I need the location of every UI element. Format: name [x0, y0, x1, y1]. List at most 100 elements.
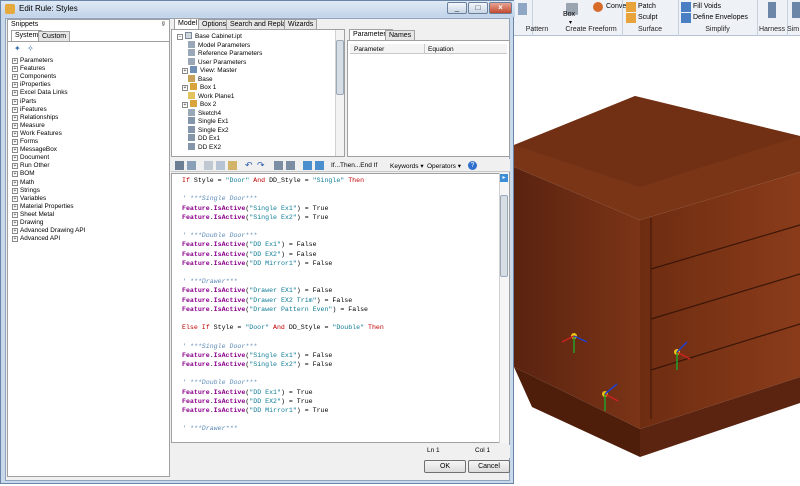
pin-icon[interactable]: ᵍ: [162, 21, 165, 28]
snippet-category[interactable]: + Variables: [12, 195, 46, 203]
box-button[interactable]: Box: [563, 11, 575, 18]
tab-names[interactable]: Names: [385, 30, 416, 40]
model-tree-item[interactable]: DD Ex1: [188, 134, 220, 142]
sculpt-button[interactable]: Sculpt: [638, 14, 657, 21]
indent-icon[interactable]: [274, 161, 283, 170]
ok-button[interactable]: OK: [424, 460, 466, 473]
patch-button[interactable]: Patch: [638, 3, 656, 10]
minimize-button[interactable]: _: [447, 2, 467, 14]
expand-icon[interactable]: +: [12, 106, 18, 113]
save-icon[interactable]: [175, 161, 184, 170]
rule-code-editor[interactable]: If Style = "Door" And DD_Style = "Single…: [171, 173, 510, 443]
expand-icon[interactable]: +: [12, 90, 18, 97]
expand-icon[interactable]: +: [12, 114, 18, 121]
expand-icon[interactable]: +: [12, 74, 18, 81]
scrollbar-thumb[interactable]: [500, 195, 508, 277]
model-tree-item[interactable]: Work Plane1: [188, 91, 234, 100]
expand-icon[interactable]: +: [12, 130, 18, 137]
snippet-category[interactable]: + Material Properties: [12, 203, 74, 211]
if-then-button[interactable]: If...Then...End If: [331, 162, 377, 169]
expand-icon[interactable]: +: [12, 179, 18, 186]
maximize-button[interactable]: □: [468, 2, 488, 14]
close-button[interactable]: ×: [489, 2, 512, 14]
tab-custom[interactable]: Custom: [38, 31, 71, 41]
expand-icon[interactable]: +: [12, 147, 18, 154]
expand-icon[interactable]: +: [12, 228, 18, 235]
graphics-viewport[interactable]: [514, 37, 800, 484]
fill-voids-button[interactable]: Fill Voids: [693, 3, 721, 10]
snippet-category[interactable]: + Measure: [12, 122, 45, 130]
model-tree-item[interactable]: User Parameters: [188, 57, 246, 66]
uncomment-icon[interactable]: [315, 161, 324, 170]
add-snippet-icon[interactable]: ✦: [14, 44, 23, 53]
help-icon[interactable]: ?: [468, 161, 477, 170]
paste-icon[interactable]: [228, 161, 237, 170]
comment-icon[interactable]: [303, 161, 312, 170]
snippet-category[interactable]: + Components: [12, 73, 56, 81]
model-tree-item[interactable]: Single Ex1: [188, 117, 229, 125]
expand-icon[interactable]: +: [12, 82, 18, 89]
snippet-category[interactable]: + Strings: [12, 187, 40, 195]
cancel-button[interactable]: Cancel: [468, 460, 510, 473]
snippet-category[interactable]: + Work Features: [12, 130, 62, 138]
snippet-category[interactable]: + Drawing: [12, 219, 43, 227]
snippet-category[interactable]: + Advanced Drawing API: [12, 227, 85, 235]
snippet-category[interactable]: + Advanced API: [12, 235, 60, 243]
model-tree-item[interactable]: DD EX2: [188, 142, 221, 151]
expand-icon[interactable]: +: [12, 122, 18, 129]
tab-wizards[interactable]: Wizards: [284, 19, 318, 29]
expand-icon[interactable]: +: [182, 85, 188, 91]
param-col-header[interactable]: Parameter: [354, 46, 384, 53]
expand-icon[interactable]: +: [12, 155, 18, 162]
model-tree-item[interactable]: + View: Master: [182, 66, 237, 74]
snippet-category[interactable]: + Relationships: [12, 114, 58, 122]
expand-icon[interactable]: ▸: [500, 174, 508, 182]
expand-icon[interactable]: +: [12, 203, 18, 210]
undo-icon[interactable]: ↶: [245, 161, 254, 170]
snippet-category[interactable]: + Forms: [12, 138, 38, 146]
model-tree-item[interactable]: + Box 1: [182, 83, 216, 91]
snippet-category[interactable]: + Document: [12, 154, 49, 162]
outdent-icon[interactable]: [286, 161, 295, 170]
model-tree-item[interactable]: + Box 2: [182, 100, 216, 108]
expand-icon[interactable]: +: [12, 211, 18, 218]
edit-snippet-icon[interactable]: ✧: [27, 44, 36, 53]
snippet-category[interactable]: + Run Other: [12, 162, 49, 170]
expand-icon[interactable]: +: [12, 171, 18, 178]
snippet-category[interactable]: + MessageBox: [12, 146, 57, 154]
define-envelopes-button[interactable]: Define Envelopes: [693, 14, 748, 21]
copy-icon[interactable]: [216, 161, 225, 170]
collapse-icon[interactable]: −: [177, 34, 183, 40]
cut-icon[interactable]: [204, 161, 213, 170]
model-tree-item[interactable]: Sketch4: [188, 108, 221, 117]
snippet-category[interactable]: + iParts: [12, 98, 36, 106]
expand-icon[interactable]: +: [12, 220, 18, 226]
model-tree-item[interactable]: Single Ex2: [188, 125, 229, 134]
model-tree-item[interactable]: Model Parameters: [188, 40, 250, 49]
keywords-dropdown[interactable]: Keywords ▾: [390, 162, 424, 170]
expand-icon[interactable]: +: [12, 58, 18, 64]
print-icon[interactable]: [187, 161, 196, 170]
expand-icon[interactable]: +: [182, 68, 188, 74]
snippet-category[interactable]: + Parameters: [12, 57, 53, 65]
model-tree-root[interactable]: − Base Cabinet.ipt: [177, 32, 242, 40]
expand-icon[interactable]: +: [182, 102, 188, 108]
model-tree-item[interactable]: Reference Parameters: [188, 49, 262, 57]
snippet-category[interactable]: + iFeatures: [12, 106, 47, 114]
operators-dropdown[interactable]: Operators ▾: [427, 162, 461, 170]
snippet-category[interactable]: + Excel Data Links: [12, 89, 68, 97]
redo-icon[interactable]: ↷: [257, 161, 266, 170]
snippet-category[interactable]: + iProperties: [12, 81, 51, 89]
title-bar[interactable]: Edit Rule: Styles _ □ ×: [1, 1, 515, 17]
simulation-icon[interactable]: [792, 2, 800, 18]
snippet-category[interactable]: + Features: [12, 65, 45, 73]
snippet-category[interactable]: + Sheet Metal: [12, 211, 54, 219]
expand-icon[interactable]: +: [12, 187, 18, 194]
scrollbar-thumb[interactable]: [336, 40, 344, 95]
expand-icon[interactable]: +: [12, 195, 18, 202]
harness-icon[interactable]: [768, 2, 776, 18]
pattern-icon[interactable]: [518, 3, 527, 15]
snippet-category[interactable]: + Math: [12, 179, 34, 187]
model-tree-item[interactable]: Base: [188, 74, 213, 83]
expand-icon[interactable]: +: [12, 98, 18, 105]
